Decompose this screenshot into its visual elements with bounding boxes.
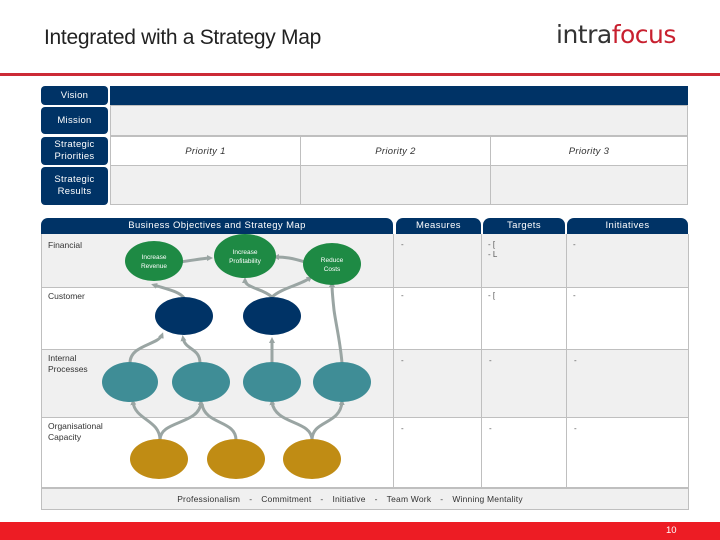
column-divider <box>481 234 482 488</box>
priority-2-cell: Priority 2 <box>300 136 491 166</box>
mission-label: Mission <box>41 107 108 134</box>
value-item: Professionalism <box>177 494 241 504</box>
value-item: Team Work <box>386 494 432 504</box>
measure-financial: - <box>401 240 404 249</box>
perspective-financial: Financial <box>48 240 83 250</box>
priority-1-cell: Priority 1 <box>110 136 301 166</box>
row-financial <box>41 234 689 288</box>
intrafocus-logo: intrafocus <box>556 20 676 49</box>
value-separator: - <box>249 494 253 504</box>
measure-capacity: - <box>401 424 404 433</box>
perspective-internal-processes: Internal Processes <box>48 353 88 374</box>
priority-3-cell: Priority 3 <box>490 136 688 166</box>
strategic-results-label: Strategic Results <box>41 167 108 205</box>
logo-part-intra: intra <box>556 20 612 49</box>
value-separator: - <box>320 494 324 504</box>
row-internal-processes <box>41 350 689 418</box>
header-business-objectives: Business Objectives and Strategy Map <box>41 218 393 234</box>
initiative-internal: - <box>574 356 577 365</box>
priority-3-text: Priority 3 <box>568 145 610 157</box>
footer-bar <box>0 522 720 540</box>
value-separator: - <box>440 494 444 504</box>
vision-label: Vision <box>41 86 108 105</box>
initiative-capacity: - <box>574 424 577 433</box>
row-organisational-capacity <box>41 418 689 488</box>
strategic-priorities-label: Strategic Priorities <box>41 137 108 165</box>
row-customer <box>41 288 689 350</box>
priority-1-text: Priority 1 <box>185 145 226 157</box>
target-customer-1: - [ <box>488 291 496 300</box>
initiative-financial: - <box>573 240 576 249</box>
column-divider <box>566 234 567 488</box>
value-item: Initiative <box>332 494 366 504</box>
mission-cell <box>110 105 688 136</box>
target-financial-1: - [ <box>488 240 496 249</box>
header-measures: Measures <box>396 218 481 234</box>
value-item: Commitment <box>261 494 312 504</box>
target-financial-2: - L <box>488 250 498 259</box>
result-1-cell <box>110 165 301 205</box>
page-number: 10 <box>666 525 677 536</box>
value-item: Winning Mentality <box>452 494 523 504</box>
target-capacity: - <box>489 424 492 433</box>
result-2-cell <box>300 165 491 205</box>
header-targets: Targets <box>483 218 565 234</box>
header-divider <box>0 73 720 76</box>
perspective-organisational-capacity: Organisational Capacity <box>48 421 103 442</box>
header-initiatives: Initiatives <box>567 218 688 234</box>
value-separator: - <box>374 494 378 504</box>
logo-part-focus: focus <box>611 20 677 49</box>
priority-2-text: Priority 2 <box>375 145 416 157</box>
values-bar: Professionalism - Commitment - Initiative - Te… <box>41 488 689 510</box>
result-3-cell <box>490 165 688 205</box>
slide-title: Integrated with a Strategy Map <box>44 26 321 49</box>
column-divider <box>393 234 394 488</box>
initiative-customer: - <box>573 291 576 300</box>
target-internal: - <box>489 356 492 365</box>
measure-customer: - <box>401 291 404 300</box>
perspective-customer: Customer <box>48 291 85 301</box>
measure-internal: - <box>401 356 404 365</box>
vision-bar <box>110 86 688 105</box>
